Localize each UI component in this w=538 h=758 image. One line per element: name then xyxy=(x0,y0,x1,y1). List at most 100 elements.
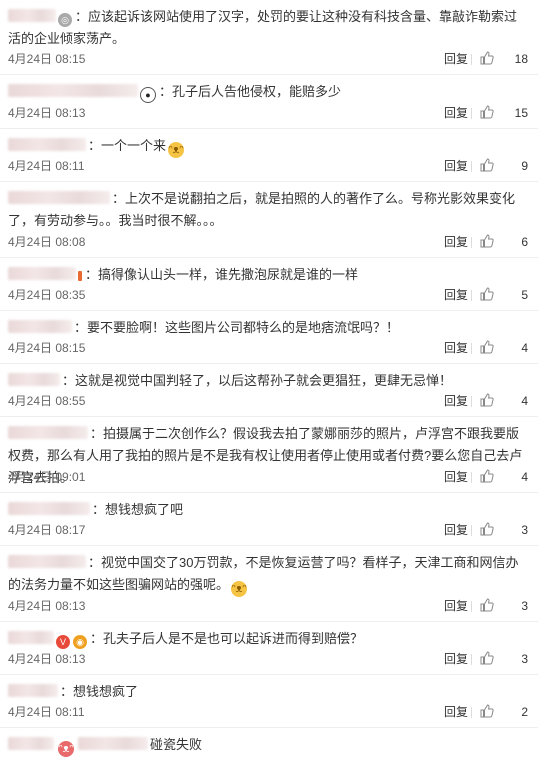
comment-meta: 4月24日 08:08 回复 6 xyxy=(8,233,528,251)
thumbs-up-icon xyxy=(480,651,494,665)
like-count: 3 xyxy=(521,652,528,666)
reply-button[interactable]: 回复 xyxy=(444,703,468,721)
divider xyxy=(471,161,472,172)
reply-button[interactable]: 回复 xyxy=(444,521,468,539)
comment-time: 4月24日 08:11 xyxy=(8,159,85,173)
like-count: 4 xyxy=(521,470,528,484)
like-count: 4 xyxy=(521,341,528,355)
thumbs-up-icon xyxy=(480,704,494,718)
username-blurred[interactable] xyxy=(8,502,90,515)
comment-item: ● ：孔子后人告他侵权，能赔多少 4月24日 08:13 回复 15 xyxy=(0,75,538,129)
divider xyxy=(471,54,472,65)
comment-item: ：要不要脸啊！这些图片公司都特么的是地痞流氓吗？！ 4月24日 08:15 回复… xyxy=(0,311,538,364)
username-blurred[interactable] xyxy=(8,267,76,280)
divider xyxy=(471,237,472,248)
thumbs-up-icon xyxy=(480,522,494,536)
reply-button[interactable]: 回复 xyxy=(444,286,468,304)
comment-text: 要不要脸啊！这些图片公司都特么的是地痞流氓吗？！ xyxy=(87,320,400,335)
doge-emoji-icon: ᵔᴥᵔ xyxy=(231,581,248,597)
comment-time: 4月24日 08:15 xyxy=(8,52,86,66)
comment-time: 4月24日 08:08 xyxy=(8,235,86,249)
like-count: 15 xyxy=(514,106,528,120)
like-count: 3 xyxy=(521,599,528,613)
comment-meta: 4月24日 08:13 回复 3 xyxy=(8,650,528,668)
comment-meta: 4月24日 08:13 回复 15 xyxy=(8,104,528,122)
username-blurred[interactable] xyxy=(8,684,58,697)
doge-emoji-icon: ᵔᴥᵔ xyxy=(58,741,74,757)
reply-button[interactable]: 回复 xyxy=(444,650,468,668)
comment-text: 碰瓷失败 xyxy=(150,737,203,752)
reply-button[interactable]: 回复 xyxy=(444,597,468,615)
like-count: 4 xyxy=(521,394,528,408)
thumbs-up-icon xyxy=(480,340,494,354)
comment-text: 孔子后人告他侵权，能赔多少 xyxy=(172,84,342,99)
comment-time: 4月24日 09:01 xyxy=(8,470,86,484)
reply-button[interactable]: 回复 xyxy=(444,339,468,357)
comment-text: 搞得像认山头一样，谁先撒泡尿就是谁的一样 xyxy=(98,267,359,282)
thumbs-up-icon xyxy=(480,51,494,65)
comment-text: 这就是视觉中国判轻了，以后这帮孙子就会更猖狂，更肆无忌惮！ xyxy=(75,373,453,388)
comment-item: ：这就是视觉中国判轻了，以后这帮孙子就会更猖狂，更肆无忌惮！ 4月24日 08:… xyxy=(0,364,538,417)
panda-icon: ● xyxy=(140,87,156,103)
username-blurred[interactable] xyxy=(8,84,138,97)
comment-meta: 4月24日 08:15 回复 18 xyxy=(8,50,528,68)
comment-text: 孔夫子后人是不是也可以起诉进而得到赔偿？ xyxy=(103,631,364,646)
comment-time: 4月24日 08:55 xyxy=(8,394,86,408)
reply-button[interactable]: 回复 xyxy=(444,157,468,175)
comment-item: ：想钱想疯了吧 4月24日 08:17 回复 3 xyxy=(0,493,538,546)
username-blurred[interactable] xyxy=(8,555,86,568)
comment-item: ：想钱想疯了 4月24日 08:11 回复 2 xyxy=(0,675,538,728)
reply-button[interactable]: 回复 xyxy=(444,50,468,68)
like-count: 18 xyxy=(514,52,528,66)
username-blurred[interactable] xyxy=(8,191,110,204)
comment-time: 4月24日 08:17 xyxy=(8,523,86,537)
comment-meta: 4月24日 08:17 回复 3 xyxy=(8,521,528,539)
comment-text: 想钱想疯了吧 xyxy=(105,502,184,517)
doge-emoji-icon: ᵔᴥᵔ xyxy=(168,142,185,158)
divider xyxy=(471,472,472,483)
comment-time: 4月24日 08:11 xyxy=(8,705,85,719)
divider xyxy=(471,525,472,536)
comment-item: ：视觉中国交了30万罚款，不是恢复运营了吗？看样子，天津工商和网信办的法务力量不… xyxy=(0,546,538,622)
comment-meta: 4月24日 08:35 回复 5 xyxy=(8,286,528,304)
comment-meta: 4月24日 08:55 回复 4 xyxy=(8,392,528,410)
username-blurred[interactable] xyxy=(8,631,54,644)
comment-item: ：拍摄属于二次创作么？假设我去拍了蒙娜丽莎的照片，卢浮宫不跟我要版权费，那么有人… xyxy=(0,417,538,493)
reply-button[interactable]: 回复 xyxy=(444,233,468,251)
divider xyxy=(471,601,472,612)
comment-time: 4月24日 08:13 xyxy=(8,599,86,613)
divider xyxy=(471,396,472,407)
thumbs-up-icon xyxy=(480,393,494,407)
divider xyxy=(471,343,472,354)
username-blurred[interactable] xyxy=(8,138,86,151)
comment-text: 想钱想疯了 xyxy=(73,684,139,699)
username-blurred[interactable] xyxy=(8,426,88,439)
comment-time: 4月24日 08:13 xyxy=(8,652,86,666)
vip-badge-icon: ◎ xyxy=(58,13,72,27)
username-blurred[interactable] xyxy=(8,9,56,22)
like-count: 3 xyxy=(521,523,528,537)
like-count: 6 xyxy=(521,235,528,249)
comment-text: 应该起诉该网站使用了汉字，处罚的要让这种没有科技含量、靠敲诈勒索过活的企业倾家荡… xyxy=(8,9,518,46)
comment-meta: 4月24日 09:01 回复 4 xyxy=(8,468,528,486)
thumbs-up-icon xyxy=(480,469,494,483)
reply-button[interactable]: 回复 xyxy=(444,104,468,122)
username-blurred[interactable] xyxy=(78,737,148,750)
comment-item: ：上次不是说翻拍之后，就是拍照的人的著作了么。号称光影效果变化了，有劳动参与。。… xyxy=(0,182,538,258)
username-blurred[interactable] xyxy=(8,737,54,750)
medal-icon: ◉ xyxy=(73,635,87,649)
divider xyxy=(471,654,472,665)
comment-text: 一个一个来 xyxy=(101,138,167,153)
username-blurred[interactable] xyxy=(8,320,72,333)
divider xyxy=(471,707,472,718)
thumbs-up-icon xyxy=(480,234,494,248)
like-count: 5 xyxy=(521,288,528,302)
comment-meta: 4月24日 08:11 回复 9 xyxy=(8,157,528,175)
reply-button[interactable]: 回复 xyxy=(444,392,468,410)
username-blurred[interactable] xyxy=(8,373,60,386)
divider xyxy=(471,290,472,301)
comment-time: 4月24日 08:15 xyxy=(8,341,86,355)
comment-item: V ◉ ：孔夫子后人是不是也可以起诉进而得到赔偿？ 4月24日 08:13 回复 3 xyxy=(0,622,538,675)
thumbs-up-icon xyxy=(480,598,494,612)
reply-button[interactable]: 回复 xyxy=(444,468,468,486)
